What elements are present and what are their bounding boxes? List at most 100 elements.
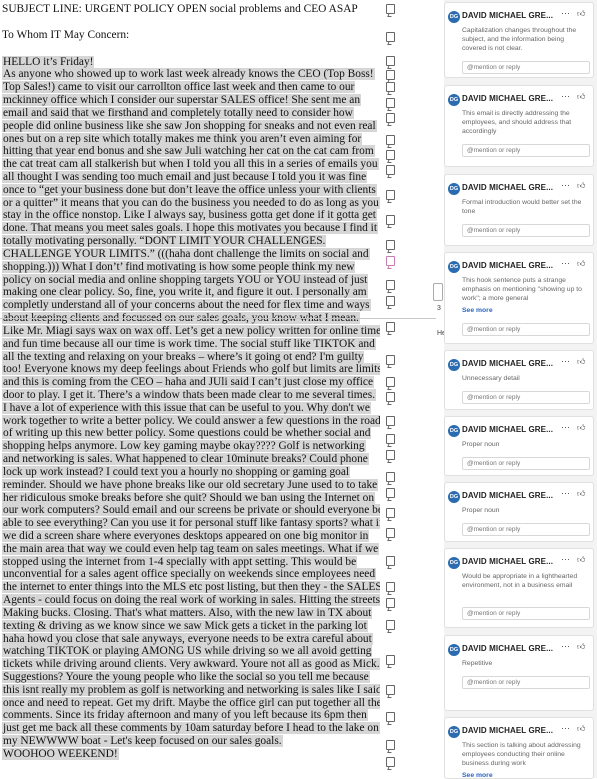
comment-marker-icon[interactable]: [386, 685, 395, 695]
more-options-icon[interactable]: ···: [561, 723, 570, 733]
reply-input[interactable]: @mention or reply: [462, 676, 590, 689]
highlighted-text: all thought I was sending too much email…: [2, 171, 368, 184]
more-options-icon[interactable]: ···: [561, 180, 570, 190]
more-options-icon[interactable]: ···: [561, 8, 570, 18]
comment-card[interactable]: DG DAVID MICHAEL GRE... ··· 👍︎ Formal introd…: [444, 174, 594, 246]
comment-marker-icon[interactable]: [386, 556, 395, 566]
reply-input[interactable]: @mention or reply: [462, 457, 590, 470]
comment-marker-icon[interactable]: [386, 712, 395, 722]
more-options-icon[interactable]: ···: [561, 356, 570, 366]
comment-marker-icon[interactable]: [386, 70, 395, 80]
comment-text: This hook sentence puts a strange emphas…: [462, 277, 582, 302]
comment-marker-icon[interactable]: [386, 472, 395, 482]
avatar: DG: [448, 94, 460, 106]
comment-marker-icon[interactable]: [386, 256, 395, 266]
highlighted-text: door to play. I get it. There’s a window…: [2, 388, 376, 401]
more-options-icon[interactable]: ···: [561, 488, 570, 498]
comment-marker-icon[interactable]: [386, 322, 395, 332]
comment-marker-icon[interactable]: [386, 620, 395, 630]
comment-marker-icon[interactable]: [386, 434, 395, 444]
avatar: DG: [448, 359, 460, 371]
comment-marker-icon[interactable]: [386, 56, 395, 66]
like-icon[interactable]: 👍︎: [577, 642, 585, 652]
document-line: haha howd you close that sale anyways, e…: [2, 632, 373, 646]
comment-rail-handle[interactable]: [433, 283, 443, 301]
document-line: or a quitter” it means that you can do t…: [2, 196, 380, 210]
comment-marker-icon[interactable]: [386, 240, 395, 250]
reply-input[interactable]: @mention or reply: [462, 224, 590, 237]
like-icon[interactable]: 👍︎: [577, 423, 585, 433]
like-icon[interactable]: 👍︎: [577, 259, 585, 269]
comment-marker-icon[interactable]: [386, 32, 395, 42]
highlighted-text: totally motivating personally. “DONT LIM…: [2, 235, 327, 248]
highlighted-text: I have a lot of experience with this iss…: [2, 401, 371, 414]
highlighted-text: tickets while driving around clients. Ve…: [2, 658, 380, 671]
comment-marker-icon[interactable]: [386, 416, 395, 426]
highlighted-text: hitting that year end bonus and she saw …: [2, 145, 375, 158]
comment-marker-icon[interactable]: [386, 280, 395, 290]
comment-marker-icon[interactable]: [386, 296, 395, 306]
comment-card[interactable]: DG DAVID MICHAEL GRE... ··· 👍︎ Capitalizatio…: [444, 2, 594, 78]
like-icon[interactable]: 👍︎: [577, 489, 585, 499]
like-icon[interactable]: 👍︎: [577, 357, 585, 367]
like-icon[interactable]: 👍︎: [577, 724, 585, 734]
comment-marker-icon[interactable]: [386, 4, 395, 14]
comment-marker-icon[interactable]: [386, 582, 395, 592]
highlighted-text: unconvential for a sales agent office sp…: [2, 568, 377, 581]
comment-marker-icon[interactable]: [386, 82, 395, 92]
like-icon[interactable]: 👍︎: [577, 181, 585, 191]
comment-marker-icon[interactable]: [386, 215, 395, 225]
comment-marker-icon[interactable]: [386, 98, 395, 108]
highlighted-text: Making bucks. Closing. That's what matte…: [2, 606, 373, 619]
comment-marker-icon[interactable]: [386, 135, 395, 145]
comment-card[interactable]: DG DAVID MICHAEL GRE... ··· 👍︎ Repetitive @me…: [444, 635, 594, 711]
like-icon[interactable]: 👍︎: [577, 9, 585, 19]
reply-input[interactable]: @mention or reply: [462, 61, 590, 74]
comment-card[interactable]: DG DAVID MICHAEL GRE... ··· 👍︎ Proper noun @m…: [444, 416, 594, 476]
reply-input[interactable]: @mention or reply: [462, 144, 590, 157]
highlighted-text: CHALLENGE YOUR LIMITS.” (((haha dont cha…: [2, 247, 370, 260]
comment-marker-icon[interactable]: [386, 113, 395, 123]
document-page[interactable]: SUBJECT LINE: URGENT POLICY OPEN social …: [0, 0, 380, 778]
more-options-icon[interactable]: ···: [561, 91, 570, 101]
reply-input[interactable]: @mention or reply: [462, 607, 590, 620]
avatar: DG: [448, 425, 460, 437]
like-icon[interactable]: 👍︎: [577, 555, 585, 565]
reply-input[interactable]: @mention or reply: [462, 391, 590, 404]
comment-card[interactable]: DG DAVID MICHAEL GRE... ··· 👍︎ Would be appr…: [444, 548, 594, 628]
document-line: texting & driving as we know since we sa…: [2, 619, 368, 633]
comment-marker-icon[interactable]: [386, 528, 395, 538]
comment-marker-icon[interactable]: [386, 165, 395, 175]
like-icon[interactable]: 👍︎: [577, 92, 585, 102]
more-options-icon[interactable]: ···: [561, 641, 570, 651]
highlighted-text: the internet to enter things into the ML…: [2, 581, 380, 594]
reply-input[interactable]: @mention or reply: [462, 523, 590, 536]
avatar: DG: [448, 644, 460, 656]
highlighted-text: stay in the office nonstop. Like I alway…: [2, 209, 377, 222]
comment-marker-icon[interactable]: [386, 377, 395, 387]
comment-card[interactable]: DG DAVID MICHAEL GRE... ··· 👍︎ This email is…: [444, 85, 594, 167]
comment-author: DAVID MICHAEL GRE...: [462, 425, 554, 434]
more-options-icon[interactable]: ···: [561, 554, 570, 564]
comment-card[interactable]: DG DAVID MICHAEL GRE... ··· 👍︎ Proper noun @m…: [444, 482, 594, 542]
more-options-icon[interactable]: ···: [561, 258, 570, 268]
comment-marker-icon[interactable]: [386, 450, 395, 460]
more-options-icon[interactable]: ···: [561, 422, 570, 432]
comment-card[interactable]: DG DAVID MICHAEL GRE... ··· 👍︎ Unnecessary d…: [444, 350, 594, 410]
comment-marker-icon[interactable]: [386, 740, 395, 750]
comment-marker-icon[interactable]: [386, 655, 395, 665]
comment-marker-icon[interactable]: [386, 392, 395, 402]
highlighted-text: and fun time because all our time is wor…: [2, 337, 376, 350]
comment-marker-icon[interactable]: [386, 598, 395, 608]
avatar: DG: [448, 557, 460, 569]
comment-card[interactable]: DG DAVID MICHAEL GRE... ··· 👍︎ This hook sen…: [444, 252, 594, 344]
reply-input[interactable]: @mention or reply: [462, 323, 590, 336]
comment-marker-icon[interactable]: [386, 757, 395, 767]
comment-marker-icon[interactable]: [386, 150, 395, 160]
comment-marker-icon[interactable]: [386, 508, 395, 518]
see-more-link[interactable]: See more: [462, 307, 493, 314]
comment-marker-icon[interactable]: [386, 190, 395, 200]
comment-card[interactable]: DG DAVID MICHAEL GRE... ··· 👍︎ This section …: [444, 717, 594, 779]
comment-marker-icon[interactable]: [386, 488, 395, 498]
comment-marker-icon[interactable]: [386, 355, 395, 365]
